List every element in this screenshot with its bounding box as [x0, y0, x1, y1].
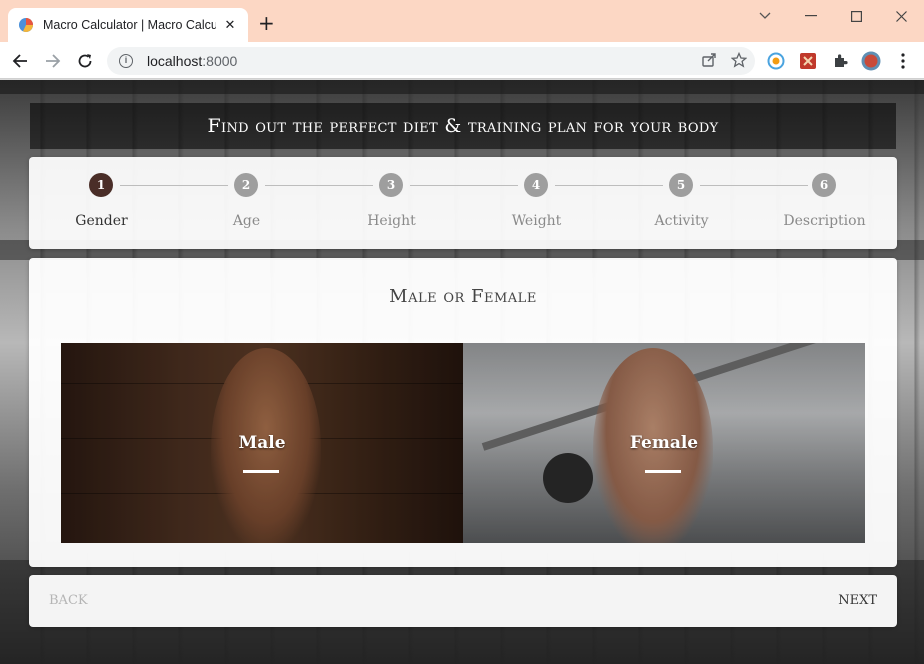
extension-target-icon[interactable] [766, 51, 786, 71]
step-description[interactable]: 6 Description [752, 157, 897, 249]
browser-toolbar: i localhost:8000 [0, 42, 924, 79]
step-label: Description [783, 213, 866, 229]
gym-background-beam [0, 80, 924, 94]
tab-search-icon[interactable] [750, 6, 780, 26]
step-number: 6 [812, 173, 836, 197]
male-option[interactable]: Male [61, 343, 463, 543]
option-underline [243, 470, 279, 473]
question-heading: Male or Female [389, 286, 537, 307]
step-number: 1 [89, 173, 113, 197]
step-number: 2 [234, 173, 258, 197]
step-label: Height [367, 213, 416, 229]
tab-close-icon[interactable]: ✕ [222, 18, 238, 33]
page-banner: Find out the perfect diet & training pla… [30, 103, 896, 149]
pie-chart-icon [19, 18, 33, 32]
browser-tab[interactable]: Macro Calculator | Macro Calculator ✕ [8, 8, 248, 42]
back-arrow-icon[interactable] [9, 50, 31, 72]
site-info-icon[interactable]: i [119, 54, 133, 68]
forward-arrow-icon[interactable] [42, 50, 64, 72]
step-label: Gender [75, 213, 128, 229]
male-option-label: Male [238, 433, 286, 453]
close-window-icon[interactable] [886, 6, 916, 26]
step-height[interactable]: 3 Height [319, 157, 464, 249]
step-label: Weight [511, 213, 562, 229]
step-number: 3 [379, 173, 403, 197]
step-age[interactable]: 2 Age [174, 157, 319, 249]
reload-icon[interactable] [74, 50, 96, 72]
step-label: Activity [654, 213, 709, 229]
extensions-puzzle-icon[interactable] [830, 51, 850, 71]
step-weight[interactable]: 4 Weight [464, 157, 609, 249]
step-activity[interactable]: 5 Activity [609, 157, 754, 249]
minimize-icon[interactable] [796, 6, 826, 26]
option-underline [645, 470, 681, 473]
step-label: Age [232, 213, 261, 229]
tab-title: Macro Calculator | Macro Calculator [43, 18, 216, 32]
profile-avatar[interactable] [861, 51, 881, 71]
bookmark-star-icon[interactable] [731, 52, 747, 68]
step-number: 5 [669, 173, 693, 197]
browser-titlebar: Macro Calculator | Macro Calculator ✕ + [0, 0, 924, 42]
next-button[interactable]: NEXT [838, 593, 877, 608]
question-card: Male or Female Male Female [29, 258, 897, 567]
navigation-footer: BACK NEXT [29, 575, 897, 627]
female-option-label: Female [629, 433, 699, 453]
url-text: localhost:8000 [147, 53, 238, 69]
address-bar[interactable]: i localhost:8000 [107, 47, 755, 75]
share-icon[interactable] [701, 52, 717, 68]
step-number: 4 [524, 173, 548, 197]
page-title: Find out the perfect diet & training pla… [207, 115, 719, 137]
step-gender[interactable]: 1 Gender [29, 157, 174, 249]
page-background: Find out the perfect diet & training pla… [0, 80, 924, 664]
new-tab-button[interactable]: + [258, 13, 275, 33]
progress-stepper: 1 Gender 2 Age 3 Height 4 Weight 5 Activ… [29, 157, 897, 249]
female-option[interactable]: Female [463, 343, 865, 543]
maximize-icon[interactable] [841, 6, 871, 26]
back-button[interactable]: BACK [49, 593, 88, 608]
extension-red-icon[interactable] [798, 51, 818, 71]
browser-menu-icon[interactable] [893, 51, 913, 71]
